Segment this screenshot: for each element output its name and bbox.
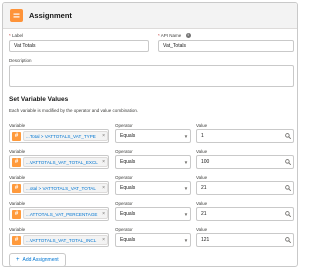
chevron-down-icon: ▼	[183, 133, 189, 139]
operator-select[interactable]: Equals ▼	[115, 207, 191, 221]
variable-input[interactable]: # ...otal > VATTOTALS_VAT_TOTAL ×	[9, 181, 109, 195]
variable-column-label: Variable	[9, 123, 26, 128]
description-label: Description	[9, 58, 32, 63]
search-icon[interactable]	[283, 185, 293, 191]
equals-icon	[10, 9, 23, 22]
value-column-label: Value	[196, 123, 208, 128]
value-column-label: Value	[196, 227, 208, 232]
operator-column-label: Operator	[115, 123, 133, 128]
chevron-down-icon: ▼	[183, 211, 189, 217]
chevron-down-icon: ▼	[183, 185, 189, 191]
value-column-label: Value	[196, 149, 208, 154]
remove-variable-icon[interactable]: ×	[102, 185, 105, 191]
label-field-text: Label	[12, 33, 24, 38]
value-value: 1	[201, 133, 204, 139]
value-input[interactable]: 121	[196, 233, 294, 247]
value-input[interactable]: 100	[196, 155, 294, 169]
label-input[interactable]: Vat Totals	[9, 40, 149, 52]
variable-input[interactable]: # ...Total > VATTOTALS_VAT_TYPE ×	[9, 129, 109, 143]
label-field-label: * Label	[9, 33, 23, 38]
variable-pill[interactable]: ...VATTOTALS_VAT_TOTAL_INCL ×	[23, 235, 108, 245]
variable-column-label: Variable	[9, 175, 26, 180]
remove-variable-icon[interactable]: ×	[102, 159, 105, 165]
variable-column-label: Variable	[9, 201, 26, 206]
operator-select[interactable]: Equals ▼	[115, 129, 191, 143]
variable-value: ...VATTOTALS_VAT_TOTAL_EXCL	[26, 159, 98, 165]
required-mark: *	[9, 33, 11, 38]
operator-select[interactable]: Equals ▼	[115, 155, 191, 169]
operator-select[interactable]: Equals ▼	[115, 181, 191, 195]
search-icon[interactable]	[283, 211, 293, 217]
assignment-panel: Assignment * Label Vat Totals * API Name…	[2, 2, 298, 267]
remove-variable-icon[interactable]: ×	[102, 211, 105, 217]
section-title: Set Variable Values	[9, 96, 69, 103]
value-input[interactable]: 21	[196, 207, 294, 221]
variable-column-label: Variable	[9, 227, 26, 232]
operator-column-label: Operator	[115, 201, 133, 206]
variable-type-icon: #	[12, 157, 21, 167]
variable-type-icon: #	[12, 131, 21, 141]
operator-select[interactable]: Equals ▼	[115, 233, 191, 247]
value-value: 21	[201, 185, 207, 191]
search-icon[interactable]	[283, 133, 293, 139]
variable-value: ...otal > VATTOTALS_VAT_TOTAL	[26, 185, 96, 191]
operator-value: Equals	[120, 211, 136, 217]
variable-column-label: Variable	[9, 149, 26, 154]
variable-type-icon: #	[12, 183, 21, 193]
chevron-down-icon: ▼	[183, 237, 189, 243]
api-name-input[interactable]: Vat_Totals	[158, 40, 294, 52]
info-icon[interactable]: i	[185, 33, 191, 39]
operator-value: Equals	[120, 237, 136, 243]
required-mark: *	[158, 33, 160, 38]
add-assignment-label: Add Assignment	[22, 257, 59, 263]
panel-header: Assignment	[3, 3, 297, 29]
variable-pill[interactable]: ...otal > VATTOTALS_VAT_TOTAL ×	[23, 183, 108, 193]
variable-pill[interactable]: ...VATTOTALS_VAT_TOTAL_EXCL ×	[23, 157, 108, 167]
add-assignment-button[interactable]: + Add Assignment	[9, 253, 66, 266]
variable-value: ...Total > VATTOTALS_VAT_TYPE	[26, 133, 96, 139]
variable-pill[interactable]: ...ATTOTALS_VAT_PERCENTAGE ×	[23, 209, 108, 219]
remove-variable-icon[interactable]: ×	[102, 237, 105, 243]
variable-value: ...VATTOTALS_VAT_TOTAL_INCL	[26, 237, 97, 243]
variable-value: ...ATTOTALS_VAT_PERCENTAGE	[26, 211, 98, 217]
value-value: 21	[201, 211, 207, 217]
variable-type-icon: #	[12, 235, 21, 245]
add-icon: +	[16, 257, 20, 263]
search-icon[interactable]	[283, 159, 293, 165]
value-value: 121	[201, 237, 210, 243]
operator-column-label: Operator	[115, 227, 133, 232]
variable-input[interactable]: # ...VATTOTALS_VAT_TOTAL_INCL ×	[9, 233, 109, 247]
variable-type-icon: #	[12, 209, 21, 219]
operator-value: Equals	[120, 159, 136, 165]
description-textarea[interactable]	[9, 65, 294, 87]
value-input[interactable]: 1	[196, 129, 294, 143]
panel-title: Assignment	[29, 11, 72, 20]
variable-pill[interactable]: ...Total > VATTOTALS_VAT_TYPE ×	[23, 131, 108, 141]
value-column-label: Value	[196, 201, 208, 206]
variable-input[interactable]: # ...VATTOTALS_VAT_TOTAL_EXCL ×	[9, 155, 109, 169]
search-icon[interactable]	[283, 237, 293, 243]
operator-column-label: Operator	[115, 149, 133, 154]
operator-value: Equals	[120, 185, 136, 191]
value-value: 100	[201, 159, 210, 165]
value-column-label: Value	[196, 175, 208, 180]
chevron-down-icon: ▼	[183, 159, 189, 165]
value-input[interactable]: 21	[196, 181, 294, 195]
api-name-field-text: API Name	[160, 33, 182, 38]
api-name-field-label: * API Name i	[158, 33, 191, 39]
operator-value: Equals	[120, 133, 136, 139]
remove-variable-icon[interactable]: ×	[102, 133, 105, 139]
operator-column-label: Operator	[115, 175, 133, 180]
variable-input[interactable]: # ...ATTOTALS_VAT_PERCENTAGE ×	[9, 207, 109, 221]
section-description: Each variable is modified by the operato…	[9, 108, 139, 113]
